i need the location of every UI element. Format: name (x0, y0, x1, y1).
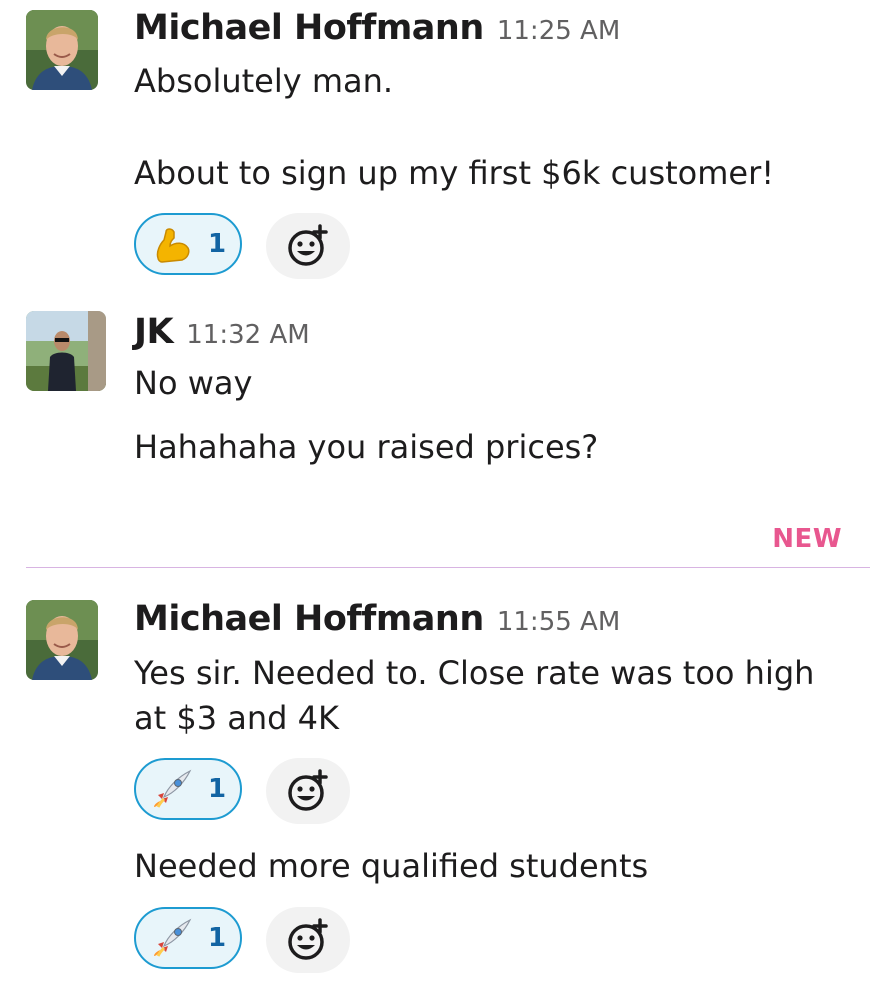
new-messages-label: NEW (772, 524, 842, 554)
reaction-flexed-biceps[interactable]: 1 (134, 213, 242, 275)
avatar[interactable] (26, 600, 98, 680)
add-reaction-icon (284, 222, 332, 270)
new-messages-divider (26, 567, 870, 568)
avatar[interactable] (26, 311, 106, 391)
message-text: About to sign up my first $6k customer! (134, 154, 775, 192)
reaction-count: 1 (207, 229, 227, 259)
reaction-rocket[interactable]: 1 (134, 758, 242, 820)
add-reaction-icon (284, 767, 332, 815)
avatar[interactable] (26, 10, 98, 90)
message-text: Yes sir. Needed to. Close rate was too h… (134, 654, 815, 692)
author-name[interactable]: Michael Hoffmann (134, 599, 484, 639)
message-text: at $3 and 4K (134, 699, 339, 737)
add-reaction-icon (284, 916, 332, 964)
timestamp[interactable]: 11:32 AM (186, 320, 309, 350)
message-text: Needed more qualified students (134, 847, 649, 885)
message-header: Michael Hoffmann 11:25 AM (134, 8, 620, 48)
add-reaction-button[interactable] (266, 758, 350, 824)
message-text: Hahahaha you raised prices? (134, 428, 599, 466)
reaction-count: 1 (207, 774, 227, 804)
author-name[interactable]: Michael Hoffmann (134, 8, 484, 48)
timestamp[interactable]: 11:25 AM (497, 16, 620, 46)
reaction-rocket[interactable]: 1 (134, 907, 242, 969)
message-text: Absolutely man. (134, 62, 394, 100)
message-text: No way (134, 364, 253, 402)
message-header: Michael Hoffmann 11:55 AM (134, 599, 620, 639)
flexed-biceps-icon (150, 222, 194, 266)
message-header: JK 11:32 AM (134, 312, 310, 352)
rocket-icon (150, 916, 194, 960)
reaction-count: 1 (207, 923, 227, 953)
timestamp[interactable]: 11:55 AM (497, 607, 620, 637)
add-reaction-button[interactable] (266, 213, 350, 279)
rocket-icon (150, 767, 194, 811)
author-name[interactable]: JK (134, 312, 174, 352)
add-reaction-button[interactable] (266, 907, 350, 973)
